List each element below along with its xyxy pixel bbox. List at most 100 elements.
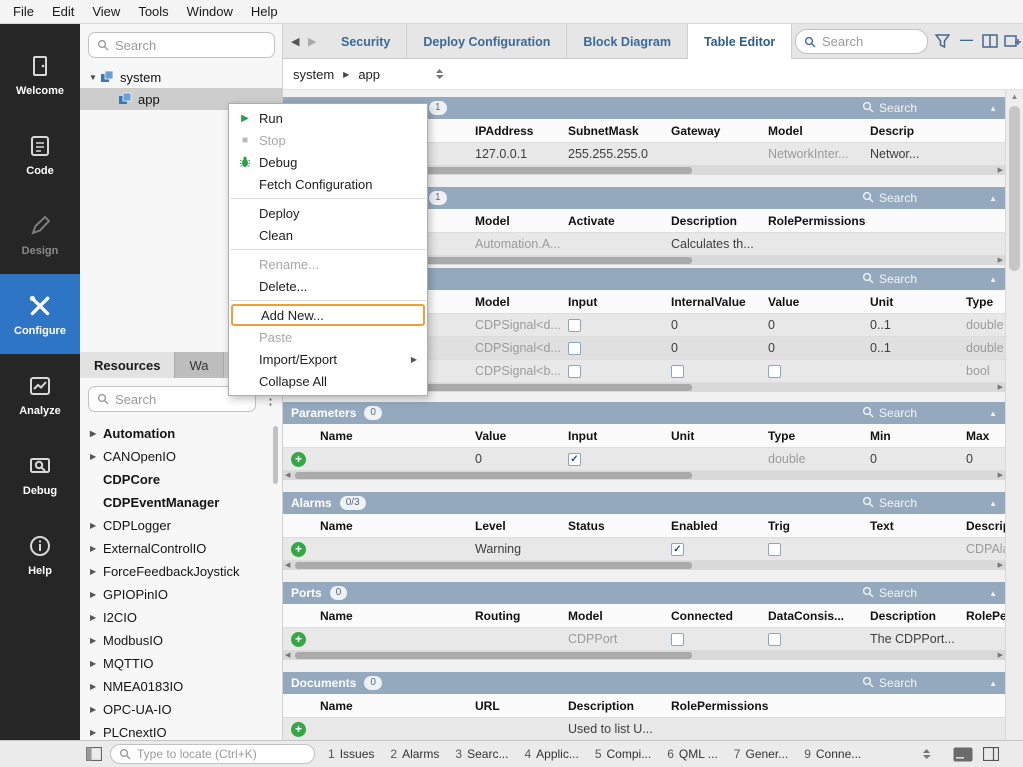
add-row-button[interactable]: + [291,452,306,467]
resource-item-cdpcore[interactable]: CDPCore [80,468,282,491]
sort-icon[interactable] [922,748,931,760]
statusbar-button-issues[interactable]: 1Issues [328,747,374,761]
resource-item-forcefeedbackjoystick[interactable]: ▶ForceFeedbackJoystick [80,560,282,583]
checkbox[interactable] [568,365,581,378]
locator-input[interactable] [137,747,306,761]
activity-analyze[interactable]: Analyze [0,354,80,434]
context-menu-item-debug[interactable]: Debug [229,151,427,173]
chevron-down-icon[interactable]: ▼ [86,73,100,82]
resource-item-canopenio[interactable]: ▶CANOpenIO [80,445,282,468]
sort-icon[interactable] [435,68,444,80]
editor-search[interactable] [795,29,928,54]
tree-item-system[interactable]: ▼system [80,66,282,88]
collapse-icon[interactable]: ▲ [989,409,997,418]
panel-layout-icon[interactable] [983,747,999,761]
scroll-right-icon[interactable]: ▶ [998,471,1003,480]
breadcrumb-item-system[interactable]: system [293,67,334,82]
resource-item-plcnextio[interactable]: ▶PLCnextIO [80,721,282,740]
resource-item-cdplogger[interactable]: ▶CDPLogger [80,514,282,537]
horizontal-scrollbar[interactable]: ◀▶ [283,561,1005,570]
activity-configure[interactable]: Configure [0,274,80,354]
scroll-right-icon[interactable]: ▶ [998,651,1003,660]
scroll-up-icon[interactable]: ▲ [1006,90,1023,104]
statusbar-button-compi[interactable]: 5Compi... [595,747,651,761]
menu-tools[interactable]: Tools [129,1,177,22]
section-search-button[interactable]: Search [862,676,917,691]
tab-deploy-configuration[interactable]: Deploy Configuration [407,24,567,59]
statusbar-button-searc[interactable]: 3Searc... [455,747,508,761]
section-search-button[interactable]: Search [862,101,917,116]
context-menu-item-paste[interactable]: Paste [229,326,427,348]
scroll-right-icon[interactable]: ▶ [998,561,1003,570]
collapse-icon[interactable]: ▲ [989,194,997,203]
collapse-icon[interactable]: ▲ [989,499,997,508]
terminal-icon[interactable] [953,747,973,762]
checkbox[interactable] [671,365,684,378]
checkbox[interactable]: ✓ [671,543,684,556]
checkbox[interactable] [768,365,781,378]
collapse-icon[interactable]: ▲ [989,275,997,284]
section-search-button[interactable]: Search [862,191,917,206]
statusbar-button-alarms[interactable]: 2Alarms [390,747,439,761]
checkbox[interactable] [768,633,781,646]
resource-item-externalcontrolio[interactable]: ▶ExternalControlIO [80,537,282,560]
scrollbar-thumb[interactable] [295,562,692,569]
section-search-button[interactable]: Search [862,586,917,601]
nav-forward-icon[interactable]: ▶ [308,35,316,48]
scrollbar-thumb[interactable] [295,472,692,479]
context-menu-item-add-new[interactable]: Add New... [231,304,425,326]
checkbox[interactable] [671,633,684,646]
section-search-button[interactable]: Search [862,406,917,421]
activity-design[interactable]: Design [0,194,80,274]
vertical-scrollbar[interactable]: ▲ [1005,90,1023,740]
context-menu-item-delete[interactable]: Delete... [229,275,427,297]
scrollbar-thumb[interactable] [1009,106,1020,271]
context-menu-item-rename[interactable]: Rename... [229,253,427,275]
open-window-icon[interactable] [1004,34,1021,48]
scroll-right-icon[interactable]: ▶ [998,256,1003,265]
scroll-right-icon[interactable]: ▶ [998,166,1003,175]
menu-edit[interactable]: Edit [43,1,83,22]
explorer-search-input[interactable] [115,38,266,53]
section-search-button[interactable]: Search [862,496,917,511]
nav-back-icon[interactable]: ◀ [291,35,299,48]
explorer-search[interactable] [88,32,275,58]
add-row-button[interactable]: + [291,722,306,737]
horizontal-scrollbar[interactable]: ◀▶ [283,651,1005,660]
resource-item-modbusio[interactable]: ▶ModbusIO [80,629,282,652]
checkbox[interactable] [568,319,581,332]
activity-debug[interactable]: Debug [0,434,80,514]
context-menu-item-import-export[interactable]: Import/Export▶ [229,348,427,370]
tab-table-editor[interactable]: Table Editor [688,24,792,59]
checkbox[interactable]: ✓ [568,453,581,466]
menu-view[interactable]: View [83,1,129,22]
sidebar-toggle-icon[interactable] [86,747,102,761]
menu-help[interactable]: Help [242,1,287,22]
context-menu-item-stop[interactable]: ■Stop [229,129,427,151]
statusbar-button-gener[interactable]: 7Gener... [734,747,788,761]
horizontal-scrollbar[interactable]: ◀▶ [283,471,1005,480]
tab-security[interactable]: Security [325,24,407,59]
resource-item-automation[interactable]: ▶Automation [80,422,282,445]
activity-code[interactable]: Code [0,114,80,194]
scroll-left-icon[interactable]: ◀ [285,471,290,480]
breadcrumb-item-app[interactable]: app [358,67,380,82]
tab-block-diagram[interactable]: Block Diagram [567,24,688,59]
activity-welcome[interactable]: Welcome [0,34,80,114]
section-search-button[interactable]: Search [862,272,917,287]
checkbox[interactable] [568,342,581,355]
statusbar-button-qml[interactable]: 6QML ... [667,747,718,761]
context-menu-item-fetch-configuration[interactable]: Fetch Configuration [229,173,427,195]
checkbox[interactable] [768,543,781,556]
scroll-left-icon[interactable]: ◀ [285,651,290,660]
resource-item-mqttio[interactable]: ▶MQTTIO [80,652,282,675]
tab-wa[interactable]: Wa [175,352,223,378]
statusbar-button-applic[interactable]: 4Applic... [524,747,578,761]
scroll-left-icon[interactable]: ◀ [285,561,290,570]
resource-item-gpiopinio[interactable]: ▶GPIOPinIO [80,583,282,606]
resource-item-cdpeventmanager[interactable]: CDPEventManager [80,491,282,514]
resource-item-i2cio[interactable]: ▶I2CIO [80,606,282,629]
locator[interactable] [110,744,315,764]
minimize-icon[interactable]: — [960,32,973,47]
filter-icon[interactable] [935,34,950,48]
